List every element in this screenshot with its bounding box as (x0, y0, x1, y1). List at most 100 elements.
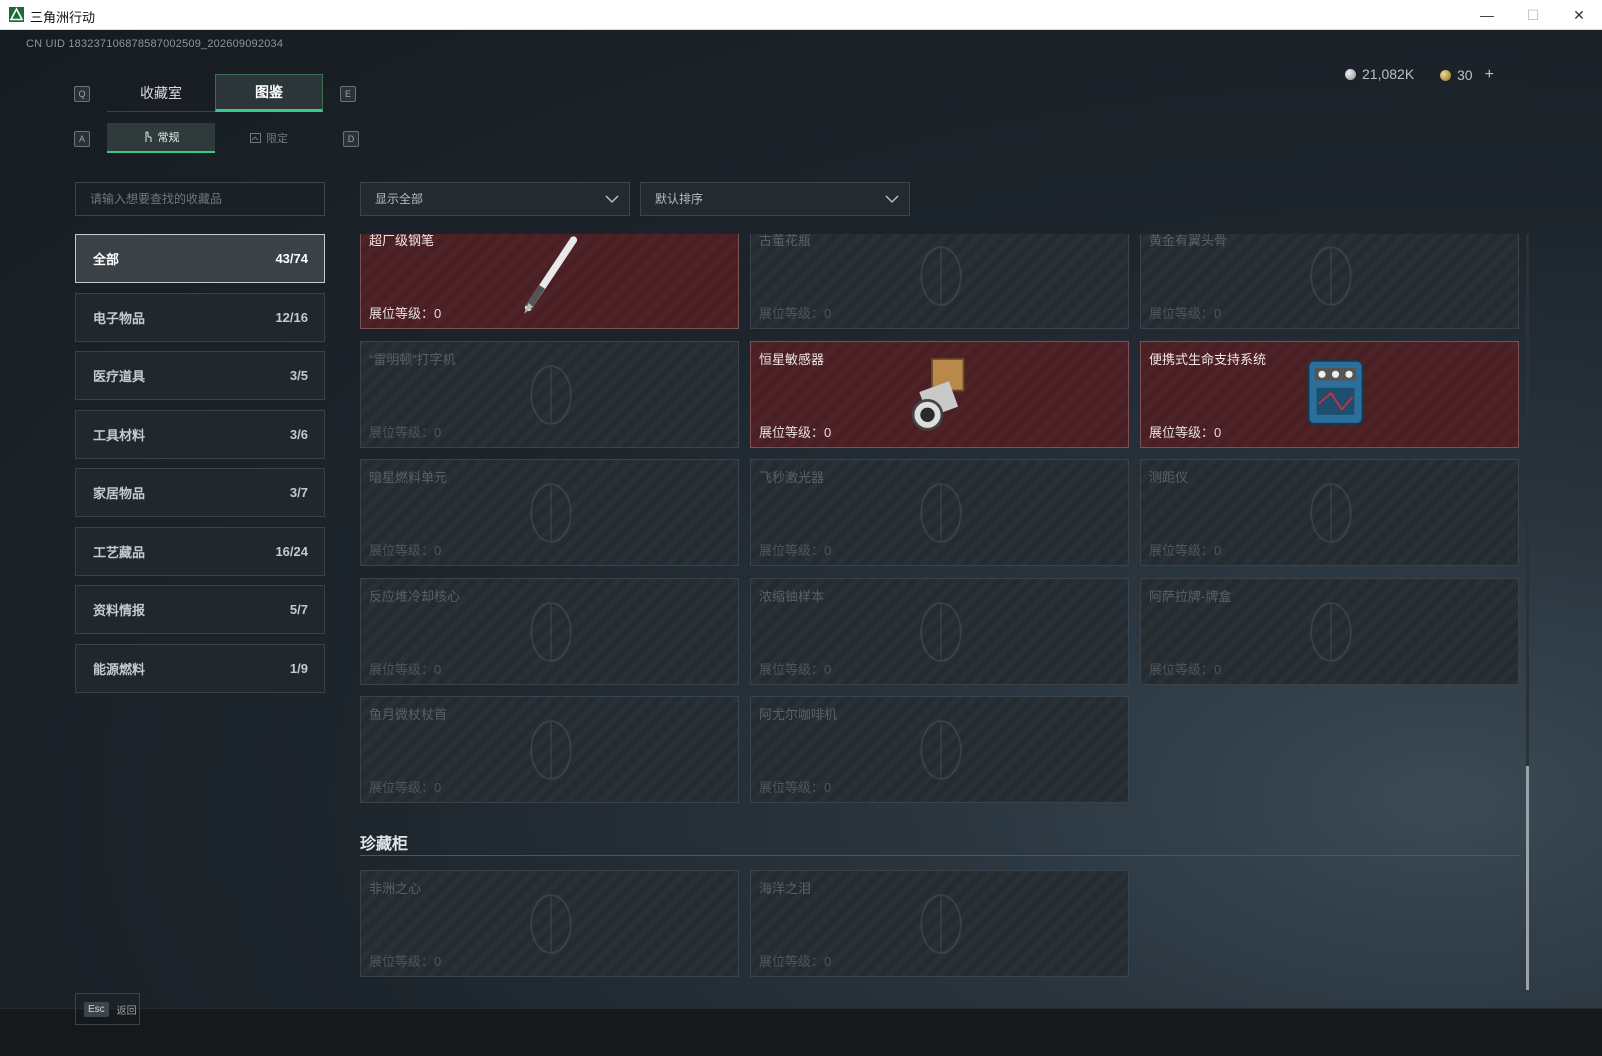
bottom-bar (0, 1008, 1602, 1056)
scepter-icon (530, 720, 572, 780)
gold-amount: 30 (1457, 67, 1473, 83)
item-level: 展位等级：0 (369, 780, 442, 795)
window-titlebar: 三角洲行动 — ☐ ✕ (0, 0, 1602, 30)
collection-card[interactable]: 阿萨拉牌-牌盒 展位等级：0 (1140, 577, 1519, 685)
key-hint-q: Q (74, 86, 90, 102)
item-name: 古董花瓶 (759, 234, 812, 248)
category-item[interactable]: 能源燃料 1/9 (75, 643, 325, 693)
back-button[interactable]: Esc 返回 (75, 993, 140, 1025)
minimize-button[interactable]: — (1464, 0, 1510, 30)
item-level: 展位等级：0 (369, 543, 442, 558)
category-item[interactable]: 工具材料 3/6 (75, 409, 325, 459)
item-level: 展位等级：0 (369, 424, 442, 440)
category-count: 43/74 (275, 251, 308, 266)
collection-card[interactable]: 飞秒激光器 展位等级：0 (750, 459, 1129, 566)
category-label: 全部 (93, 252, 120, 267)
item-name: 鱼月微杖杖首 (369, 707, 448, 722)
reactor-core-icon (530, 601, 572, 662)
category-label: 医疗道具 (93, 369, 146, 384)
close-button[interactable]: ✕ (1556, 0, 1602, 30)
category-count: 12/16 (275, 309, 308, 325)
category-item[interactable]: 家居物品 3/7 (75, 468, 325, 517)
category-label: 工艺藏品 (93, 544, 146, 560)
collection-card[interactable]: 鱼月微杖杖首 展位等级：0 (360, 696, 739, 803)
sort-dropdown[interactable]: 默认排序 (640, 182, 910, 216)
item-grid: 超厂级钢笔 展位等级：0 古董花瓶 展位等级：0 黄金有翼头骨 展位等级：0 “雷明顿”打字… (360, 234, 1520, 990)
tab-atlas[interactable]: 图鉴 (215, 74, 323, 112)
item-level: 展位等级：0 (1149, 661, 1222, 677)
collection-card[interactable]: 浓缩铀样本 展位等级：0 (750, 577, 1129, 685)
collection-card[interactable]: 反应堆冷却核心 展位等级：0 (360, 577, 739, 685)
category-item[interactable]: 全部 43/74 (75, 234, 325, 283)
item-level: 展位等级：0 (1149, 424, 1222, 440)
collection-card[interactable]: “雷明顿”打字机 展位等级：0 (360, 340, 739, 448)
item-name: 超厂级钢笔 (369, 234, 435, 248)
silver-amount: 21,082K (1362, 66, 1415, 82)
category-count: 1/9 (289, 660, 308, 676)
gold-coin-icon (1440, 69, 1451, 81)
back-label: 返回 (116, 1005, 137, 1017)
key-hint-e: E (340, 86, 356, 102)
app-logo-icon (9, 7, 24, 22)
filter-dropdown-label: 显示全部 (375, 192, 424, 206)
item-name: 反应堆冷却核心 (369, 588, 461, 604)
category-count: 3/6 (289, 426, 308, 442)
typewriter-icon (530, 364, 572, 425)
item-level: 展位等级：0 (369, 661, 442, 677)
silver-coin-icon (1345, 68, 1356, 80)
category-item[interactable]: 电子物品 12/16 (75, 292, 325, 342)
filter-dropdown[interactable]: 显示全部 (360, 182, 630, 216)
key-hint-a: A (74, 131, 90, 147)
item-name: 测距仪 (1149, 470, 1189, 485)
collection-card[interactable]: 便携式生命支持系统 展位等级：0 (1140, 340, 1519, 448)
rangefinder-icon (1310, 483, 1352, 543)
category-label: 电子物品 (93, 310, 146, 326)
item-level: 展位等级：0 (369, 954, 442, 969)
section-divider (360, 855, 1520, 856)
collection-card[interactable]: 测距仪展位等级：0 (1140, 459, 1519, 566)
item-level: 展位等级：0 (759, 661, 832, 677)
gold-currency: 30 + (1440, 66, 1494, 84)
collection-card[interactable]: 恒星敏感器 展位等级：0 (750, 340, 1129, 448)
item-name: 恒星敏感器 (759, 351, 825, 367)
category-count: 3/7 (289, 485, 308, 500)
game-viewport: CN UID 183237106878587002509_20260909203… (0, 30, 1602, 1056)
subtab-regular-label: 常规 (157, 132, 180, 144)
category-count: 3/5 (289, 368, 308, 383)
category-label: 家居物品 (93, 486, 146, 501)
item-level: 展位等级：0 (759, 543, 832, 558)
add-currency-button[interactable]: + (1485, 66, 1494, 84)
collection-card[interactable]: 黄金有翼头骨 展位等级：0 (1140, 234, 1519, 329)
fuel-cell-icon (530, 483, 572, 543)
collection-card[interactable]: 古董花瓶 展位等级：0 (750, 234, 1129, 329)
maximize-button[interactable]: ☐ (1510, 0, 1556, 30)
coffee-machine-icon (920, 720, 962, 780)
tab-collection-room[interactable]: 收藏室 (107, 74, 215, 112)
pearl-icon (920, 894, 962, 954)
category-item[interactable]: 工艺藏品 16/24 (75, 526, 325, 576)
item-level: 展位等级：0 (759, 780, 832, 795)
item-name: 非洲之心 (369, 881, 422, 896)
collection-card[interactable]: 非洲之心展位等级：0 (360, 870, 739, 977)
collection-card[interactable]: 超厂级钢笔 展位等级：0 (360, 234, 739, 329)
collection-card[interactable]: 暗星燃料单元 展位等级：0 (360, 459, 739, 566)
esc-key-label: Esc (84, 1001, 109, 1017)
subtab-regular[interactable]: 常规 (107, 123, 215, 153)
subtab-limited[interactable]: 限定 (215, 123, 323, 153)
silver-currency: 21,082K (1345, 66, 1414, 82)
scrollbar-thumb[interactable] (1526, 766, 1529, 990)
item-level: 展位等级：0 (759, 954, 832, 969)
pen-icon (524, 236, 578, 314)
laser-icon (920, 483, 962, 543)
search-input[interactable]: 请输入想要查找的收藏品 (75, 182, 325, 216)
category-count: 16/24 (275, 543, 308, 559)
item-level: 展位等级：0 (1149, 306, 1222, 321)
category-item[interactable]: 资料情报 5/7 (75, 585, 325, 634)
card-box-icon (1310, 601, 1352, 662)
sort-dropdown-label: 默认排序 (655, 192, 704, 206)
item-level: 展位等级：0 (1149, 543, 1222, 558)
item-name: “雷明顿”打字机 (369, 351, 456, 367)
collection-card[interactable]: 海洋之泪 展位等级：0 (750, 870, 1129, 977)
category-item[interactable]: 医疗道具 3/5 (75, 351, 325, 400)
collection-card[interactable]: 阿尤尔咖啡机 展位等级：0 (750, 696, 1129, 803)
